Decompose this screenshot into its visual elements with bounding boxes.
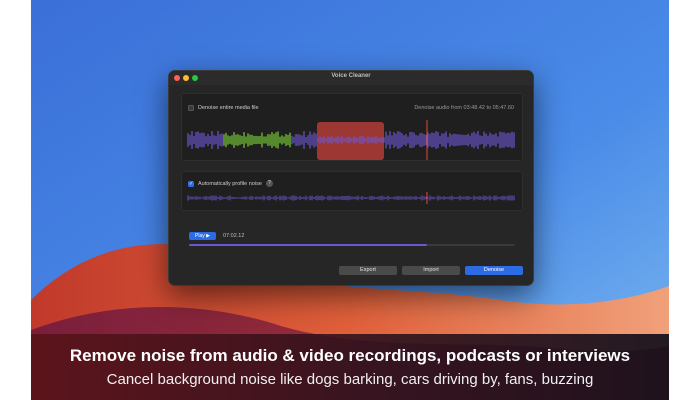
auto-profile-option[interactable]: ✓ Automatically profile noise ?: [188, 180, 273, 187]
playback-scrubber[interactable]: [189, 244, 515, 246]
checkbox-icon[interactable]: ✓: [188, 180, 194, 187]
playback-controls: Play ▶ 07:02.12: [189, 230, 515, 246]
import-button[interactable]: Import: [402, 266, 460, 275]
denoise-entire-option[interactable]: Denoise entire media file: [188, 105, 259, 111]
caption-headline: Remove noise from audio & video recordin…: [69, 346, 631, 365]
noise-profile-waveform: [187, 192, 515, 204]
denoise-button[interactable]: Denoise: [465, 266, 523, 275]
help-icon[interactable]: ?: [265, 180, 273, 187]
caption-band: Remove noise from audio & video recordin…: [31, 334, 669, 400]
window-title: Voice Cleaner: [331, 73, 371, 79]
promo-stage: Voice Cleaner Denoise entire media file …: [31, 0, 669, 400]
main-waveform[interactable]: [182, 120, 522, 160]
selection-panel: Denoise entire media file Denoise audio …: [181, 93, 523, 161]
play-button[interactable]: Play ▶: [189, 232, 216, 240]
window-titlebar: Voice Cleaner: [169, 71, 533, 85]
voice-cleaner-window: Voice Cleaner Denoise entire media file …: [168, 70, 534, 286]
checkbox-icon[interactable]: [188, 105, 194, 111]
caption-subline: Cancel background noise like dogs barkin…: [106, 371, 594, 388]
denoise-range-label: Denoise audio from 03:48.42 to 05:47.60: [414, 105, 514, 111]
noise-profile-panel: ✓ Automatically profile noise ?: [181, 171, 523, 211]
auto-profile-label: Automatically profile noise: [198, 180, 262, 187]
export-button[interactable]: Export: [339, 266, 397, 275]
playback-progress-fill: [189, 244, 427, 246]
denoise-entire-label: Denoise entire media file: [198, 105, 259, 111]
playback-time: 07:02.12: [223, 233, 245, 239]
